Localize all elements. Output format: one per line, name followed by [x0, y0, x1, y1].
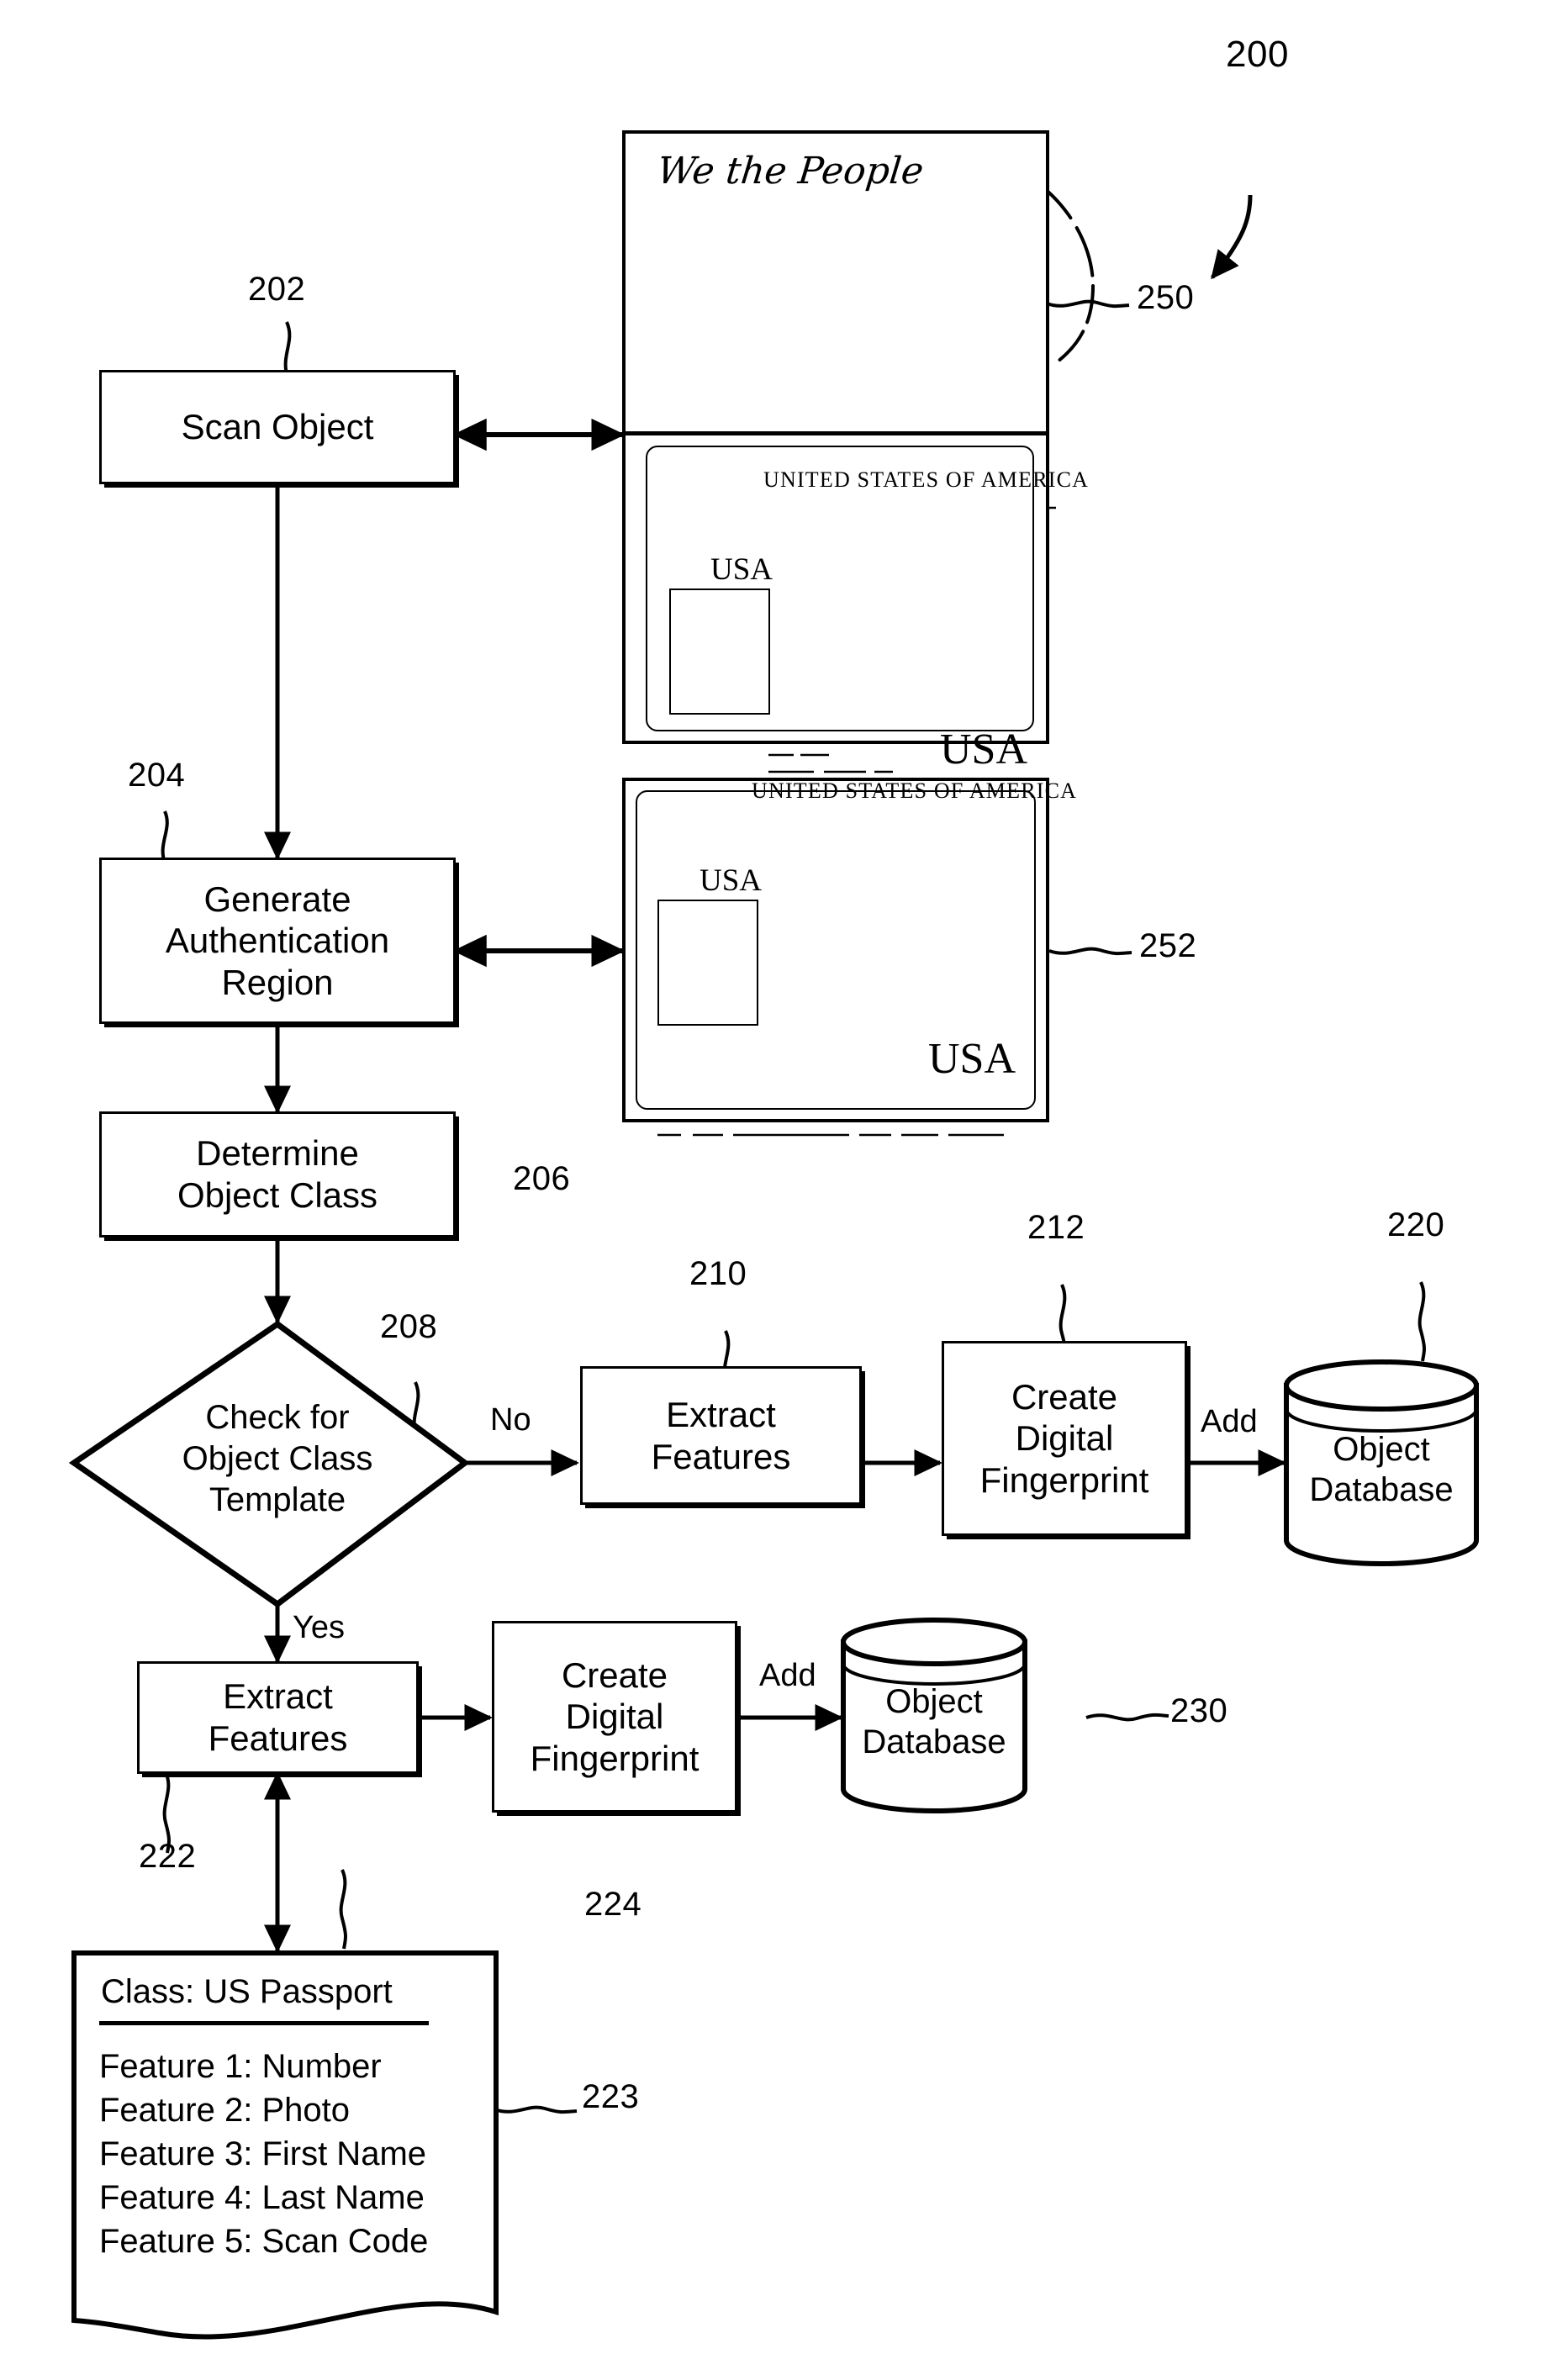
odbl-line-2: Database [862, 1723, 1006, 1760]
node-object-database-upper[interactable]: Object Database [1286, 1429, 1476, 1530]
gar-line-3: Region [221, 962, 334, 1002]
efl-line-2: Features [208, 1718, 348, 1758]
passport-250-photo [669, 588, 770, 715]
node-extract-features-lower-label: Extract Features [140, 1676, 416, 1759]
node-determine-object-class-label: Determine Object Class [102, 1132, 453, 1216]
check-line-3: Template [209, 1480, 346, 1518]
template-feature-2: Feature 2: Photo [99, 2092, 350, 2129]
node-create-digital-fingerprint-upper[interactable]: Create Digital Fingerprint [942, 1341, 1187, 1536]
ref-208: 208 [380, 1308, 438, 1345]
cdfu-line-3: Fingerprint [979, 1459, 1149, 1500]
leader-252 [1048, 947, 1132, 956]
node-extract-features-upper[interactable]: Extract Features [580, 1366, 862, 1505]
ref-230: 230 [1170, 1692, 1228, 1729]
node-object-database-lower-label: Object Database [843, 1681, 1025, 1762]
node-check-object-class-template[interactable]: Check for Object Class Template [74, 1397, 481, 1520]
template-feature-4: Feature 4: Last Name [99, 2179, 425, 2216]
cdfl-line-2: Digital [565, 1697, 664, 1737]
node-extract-features-lower[interactable]: Extract Features [137, 1661, 419, 1774]
passport-cover-text: We the People [655, 150, 926, 193]
efl-line-1: Extract [223, 1676, 333, 1717]
passport-250-usa-top: USA [710, 552, 773, 587]
passport-fold-line [626, 431, 1046, 435]
ref-202: 202 [248, 271, 306, 308]
edge-label-yes: Yes [293, 1610, 345, 1645]
leader-230 [1085, 1713, 1169, 1722]
node-object-database-upper-label: Object Database [1286, 1429, 1476, 1510]
ref-206: 206 [513, 1160, 571, 1197]
cdfu-line-2: Digital [1015, 1418, 1114, 1459]
passport-252-photo [657, 900, 758, 1026]
doc-line-2: Object Class [177, 1175, 378, 1215]
edge-label-add-upper: Add [1201, 1404, 1258, 1439]
odbu-line-2: Database [1309, 1471, 1454, 1508]
leader-220 [1418, 1281, 1426, 1362]
passport-250-country-header: UNITED STATES OF AMERICA [763, 467, 1090, 492]
node-determine-object-class[interactable]: Determine Object Class [99, 1111, 456, 1238]
passport-252-country-header: UNITED STATES OF AMERICA [752, 779, 1078, 803]
template-card-title: Class: US Passport [101, 1973, 393, 2010]
ref-222: 222 [139, 1838, 197, 1875]
node-create-digital-fingerprint-upper-label: Create Digital Fingerprint [944, 1376, 1185, 1502]
template-feature-5: Feature 5: Scan Code [99, 2223, 429, 2260]
node-create-digital-fingerprint-lower-label: Create Digital Fingerprint [494, 1655, 735, 1780]
figure-ref-leader [1211, 194, 1253, 280]
passport-250-usa-bottom: USA [940, 726, 1028, 773]
check-line-2: Object Class [182, 1439, 373, 1477]
patent-figure-canvas: 200 Scan Object 202 Generate Authenticat… [0, 0, 1568, 2354]
template-feature-1: Feature 1: Number [99, 2048, 382, 2085]
ref-220: 220 [1387, 1206, 1445, 1243]
leader-223 [494, 2105, 578, 2114]
ref-212: 212 [1027, 1209, 1085, 1246]
node-generate-authentication-region-label: Generate Authentication Region [102, 879, 453, 1004]
figure-ref-200: 200 [1226, 34, 1289, 75]
efu-line-2: Features [651, 1436, 791, 1476]
template-feature-3: Feature 3: First Name [99, 2135, 427, 2172]
odbl-line-1: Object [885, 1683, 983, 1720]
cdfl-line-1: Create [561, 1655, 668, 1695]
efu-line-1: Extract [666, 1394, 776, 1434]
edge-label-add-lower: Add [759, 1658, 816, 1693]
ref-224: 224 [584, 1886, 642, 1923]
template-card-rule [99, 2021, 429, 2025]
ref-252: 252 [1139, 927, 1197, 964]
cdfu-line-1: Create [1011, 1376, 1118, 1417]
ref-204: 204 [128, 757, 186, 794]
ref-223: 223 [582, 2078, 640, 2115]
node-generate-authentication-region[interactable]: Generate Authentication Region [99, 858, 456, 1024]
node-scan-object-label: Scan Object [181, 407, 374, 447]
gar-line-2: Authentication [165, 921, 390, 961]
gar-line-1: Generate [203, 879, 351, 919]
ref-250: 250 [1137, 279, 1195, 316]
ref-210: 210 [689, 1255, 747, 1292]
leader-224 [339, 1869, 347, 1950]
doc-line-1: Determine [196, 1133, 359, 1174]
passport-252-usa-bottom: USA [928, 1035, 1016, 1083]
odbu-line-1: Object [1333, 1431, 1430, 1468]
node-extract-features-upper-label: Extract Features [583, 1394, 859, 1477]
leader-250 [1046, 299, 1130, 309]
node-create-digital-fingerprint-lower[interactable]: Create Digital Fingerprint [492, 1621, 737, 1813]
passport-252-usa-top: USA [700, 863, 763, 898]
edge-label-no: No [490, 1402, 531, 1438]
node-object-database-lower[interactable]: Object Database [843, 1681, 1025, 1782]
node-scan-object[interactable]: Scan Object [99, 370, 456, 484]
check-line-1: Check for [205, 1399, 350, 1436]
cdfl-line-3: Fingerprint [530, 1738, 700, 1778]
